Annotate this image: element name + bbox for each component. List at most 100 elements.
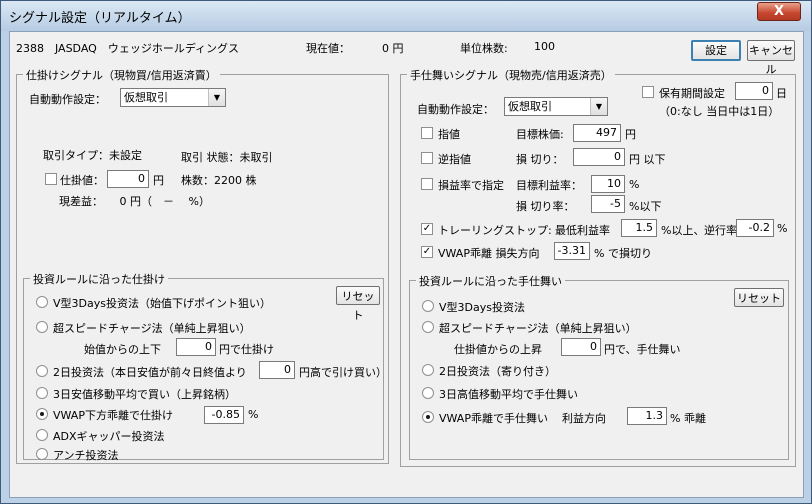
entry-rules-title: 投資ルールに沿った仕掛け — [30, 271, 168, 287]
limit-checkbox[interactable] — [421, 127, 433, 139]
exit-rule-radio[interactable] — [422, 364, 434, 376]
target-price-label: 目標株価: — [516, 128, 564, 141]
trailing-stop-label: トレーリングストップ: — [438, 224, 552, 237]
entry-rule-label: 3日安值移動平均で買い（上昇銘柄） — [53, 388, 236, 401]
auto-action-value: 仮想取引 — [124, 91, 168, 104]
entry-rule-radio[interactable] — [36, 429, 48, 441]
trade-state: 取引 状態：未取引 — [181, 151, 273, 164]
pnl-rate-label: 損益率で指定 — [438, 179, 504, 192]
exit-rules-title: 投資ルールに沿った手仕舞い — [416, 273, 565, 289]
entry-rule-radio[interactable] — [36, 321, 48, 333]
exit-speed-sub-prefix: 仕掛値からの上昇 — [454, 343, 542, 356]
trade-type: 取引タイプ：未設定 — [43, 149, 142, 162]
dialog-body: 2388 JASDAQ ウェッジホールディングス 現在値： 0 円 単位株数: … — [9, 31, 804, 498]
trailing-stop-checkbox[interactable]: ✓ — [421, 223, 433, 235]
entry-group-title: 仕掛けシグナル（現物買/信用返済賣） — [23, 67, 220, 83]
exit-rule-label: 2日投资法（寄り付き） — [439, 365, 556, 378]
stoploss-label: 損 切り： — [516, 153, 564, 166]
entry-rule-radio-selected[interactable] — [36, 408, 48, 420]
stoploss-input[interactable]: 0 — [573, 148, 625, 166]
title-bar[interactable]: シグナル設定（リアルタイム） X — [1, 1, 811, 31]
entry-rule-label: ADXギャッパー投资法 — [53, 430, 165, 443]
exit-rule-label: 超スピードチャージ法（单純上昇狙い） — [439, 322, 637, 335]
entry-rule-radio[interactable] — [36, 448, 48, 460]
entry-rule-label: 超スピードチャージ法（单純上昇狙い） — [53, 322, 251, 335]
vwap-loss-checkbox[interactable]: ✓ — [421, 246, 433, 258]
target-price-unit: 円 — [625, 128, 636, 141]
loss-rate-unit: %以下 — [629, 200, 662, 213]
entry-price-label: 仕掛値： — [60, 174, 104, 187]
reverse-input[interactable]: -0.2 — [736, 219, 774, 237]
entry-price-checkbox[interactable] — [45, 173, 57, 185]
limit-label: 指値 — [438, 128, 460, 141]
entry-reset-button[interactable]: リセット — [336, 286, 380, 322]
hold-period-unit: 日 — [776, 87, 787, 100]
exit-rule-radio[interactable] — [422, 387, 434, 399]
shares-text: 株数：2200 株 — [181, 174, 257, 187]
exit-rule-label: V型3Days投资法 — [439, 301, 525, 314]
speed-sub-input[interactable]: 0 — [176, 338, 216, 356]
speed-sub-suffix: 円で仕掛け — [219, 343, 274, 356]
close-button[interactable]: X — [757, 2, 801, 21]
chevron-down-icon[interactable]: ▼ — [590, 98, 607, 115]
pnl-rate-checkbox[interactable] — [421, 178, 433, 190]
stop-label: 逆指値 — [438, 153, 471, 166]
entry-rule-radio[interactable] — [36, 365, 48, 377]
exit-reset-button[interactable]: リセット — [734, 288, 784, 307]
vwap-loss-label: VWAP乖離 損失方向 — [438, 247, 540, 260]
vwap-profit-unit: % 乖離 — [670, 412, 706, 425]
entry-rules-group: 投資ルールに沿った仕掛け リセット V型3Days投资法（始值下げポイント狙い）… — [23, 271, 387, 462]
vwap-loss-input[interactable]: -3.31 — [554, 242, 590, 260]
stoploss-unit: 円 以下 — [629, 153, 666, 166]
target-rate-unit: % — [629, 178, 640, 191]
price-label: 現在値： — [306, 42, 350, 55]
target-rate-input[interactable]: 10 — [591, 175, 625, 193]
twoday-suffix: 円高で引け買い） — [299, 366, 387, 379]
unit-value: 100 — [534, 40, 555, 53]
settings-button[interactable]: 設定 — [691, 40, 741, 61]
stop-checkbox[interactable] — [421, 152, 433, 164]
exit-auto-select[interactable]: 仮想取引 ▼ — [504, 97, 608, 116]
chevron-down-icon[interactable]: ▼ — [208, 89, 225, 106]
vwap-loss-unit: % で損切り — [594, 247, 652, 260]
auto-action-select[interactable]: 仮想取引 ▼ — [120, 88, 226, 107]
reverse-unit: % — [777, 222, 788, 235]
exit-rule-radio[interactable] — [422, 300, 434, 312]
hold-period-input[interactable]: 0 — [735, 82, 773, 100]
hold-period-checkbox[interactable] — [642, 86, 654, 98]
exit-signal-group: 手仕舞いシグナル（現物売/信用返済売） 自動動作設定： 仮想取引 ▼ 保有期間設… — [400, 67, 796, 467]
hold-period-note: （0:なし 当日中は1日） — [659, 105, 780, 118]
min-profit-label: 最低利益率 — [555, 224, 610, 237]
exit-group-title: 手仕舞いシグナル（現物売/信用返済売） — [407, 67, 615, 83]
stock-info: 2388 JASDAQ ウェッジホールディングス — [16, 42, 240, 55]
min-profit-input[interactable]: 1.5 — [621, 219, 657, 237]
exit-auto-label: 自動動作設定： — [417, 103, 494, 116]
entry-rule-label: アンチ投资法 — [53, 449, 119, 462]
vwap-entry-input[interactable]: -0.85 — [204, 406, 244, 424]
pnl-text: 現差益： 0 円（ － %） — [59, 195, 210, 208]
exit-rules-group: 投資ルールに沿った手仕舞い リセット V型3Days投资法 超スピードチャージ法… — [409, 273, 789, 460]
radio-dot — [40, 412, 44, 416]
exit-auto-value: 仮想取引 — [508, 100, 552, 113]
cancel-button[interactable]: キャンセル — [747, 40, 795, 76]
price-value: 0 円 — [382, 42, 404, 55]
target-rate-label: 目標利益率： — [516, 179, 582, 192]
vwap-profit-input[interactable]: 1.3 — [627, 407, 667, 425]
min-profit-unit: %以上、 — [661, 224, 705, 237]
entry-rule-radio[interactable] — [36, 387, 48, 399]
loss-rate-label: 損 切り率： — [516, 200, 575, 213]
reverse-label: 逆行率 — [704, 224, 737, 237]
twoday-input[interactable]: 0 — [259, 361, 295, 379]
exit-rule-label: VWAP乖離で手仕舞い — [439, 412, 548, 425]
target-price-input[interactable]: 497 — [573, 124, 621, 142]
exit-rule-radio[interactable] — [422, 321, 434, 333]
loss-rate-input[interactable]: -5 — [591, 195, 625, 213]
exit-rule-radio-selected[interactable] — [422, 411, 434, 423]
vwap-profit-label: 利益方向 — [562, 412, 606, 425]
exit-speed-sub-input[interactable]: 0 — [561, 338, 601, 356]
radio-dot — [426, 415, 430, 419]
entry-rule-label: VWAP下方乖離で仕掛け — [53, 409, 173, 422]
unit-label: 単位株数: — [460, 42, 508, 55]
entry-rule-radio[interactable] — [36, 296, 48, 308]
entry-price-input[interactable]: 0 — [107, 170, 149, 188]
